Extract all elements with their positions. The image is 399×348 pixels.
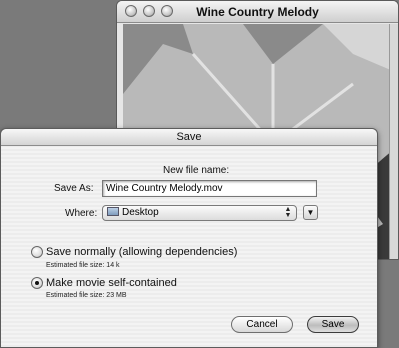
cancel-button[interactable]: Cancel xyxy=(231,316,293,333)
new-file-name-label: New file name: xyxy=(163,165,230,176)
self-contained-estimate: Estimated file size: 23 MB xyxy=(46,292,127,299)
up-down-arrows-icon: ▲ ▼ xyxy=(284,206,292,219)
triangle-down-icon: ▼ xyxy=(306,208,315,217)
save-normally-estimate: Estimated file size: 14 k xyxy=(46,262,120,269)
where-popup[interactable]: Desktop ▲ ▼ xyxy=(102,205,297,221)
self-contained-radio[interactable] xyxy=(31,277,43,289)
save-as-label: Save As: xyxy=(54,183,94,194)
save-normally-radio[interactable] xyxy=(31,246,43,258)
desktop-folder-icon xyxy=(107,207,119,216)
save-as-input[interactable]: Wine Country Melody.mov xyxy=(102,180,317,197)
where-label: Where: xyxy=(65,208,98,219)
save-normally-label[interactable]: Save normally (allowing dependencies) xyxy=(46,246,237,258)
save-sheet: Save New file name: Save As: Wine Countr… xyxy=(0,128,378,348)
self-contained-label[interactable]: Make movie self-contained xyxy=(46,277,177,289)
expand-browser-button[interactable]: ▼ xyxy=(303,205,318,220)
save-button[interactable]: Save xyxy=(307,316,359,333)
window-edge xyxy=(389,24,398,259)
movie-window-titlebar[interactable]: Wine Country Melody xyxy=(117,1,398,23)
movie-window-title: Wine Country Melody xyxy=(196,5,319,19)
where-popup-value: Desktop xyxy=(122,207,159,218)
save-sheet-title: Save xyxy=(1,129,377,146)
